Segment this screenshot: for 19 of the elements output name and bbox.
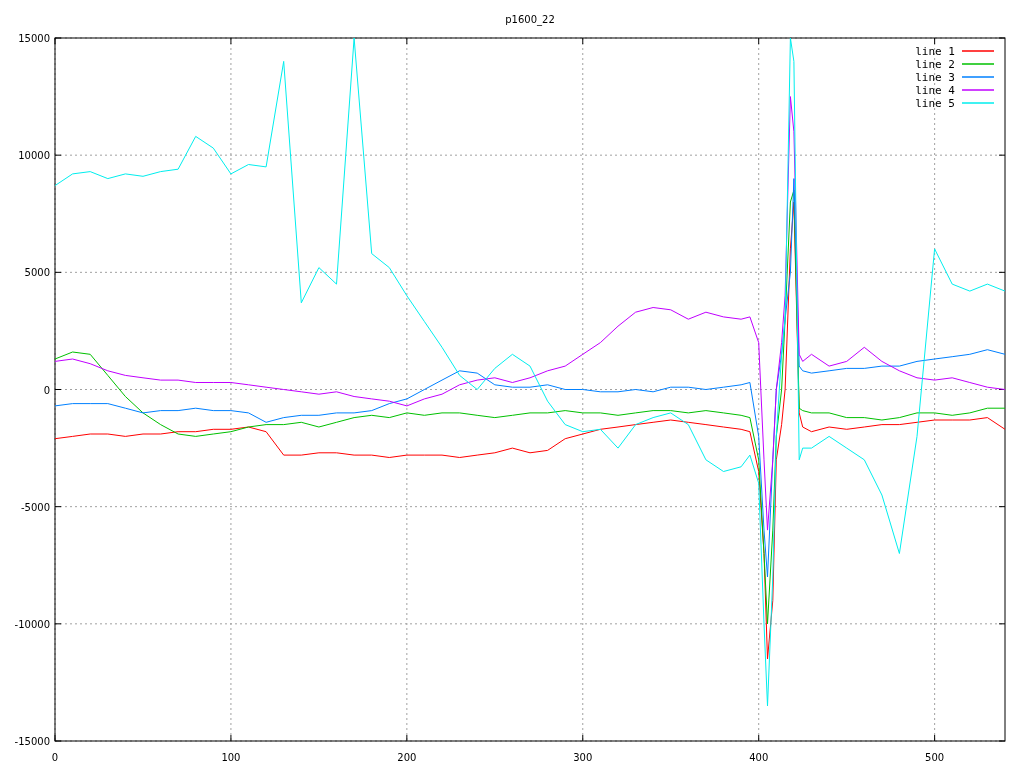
y-tick-label: -15000	[14, 736, 50, 747]
y-tick-label: -5000	[20, 501, 50, 513]
y-tick-label: 5000	[24, 267, 50, 279]
x-tick-label: 400	[749, 752, 769, 763]
legend-label: line 5	[915, 97, 955, 110]
y-tick-label: 15000	[18, 33, 50, 44]
legend-label: line 2	[915, 58, 955, 71]
legend-label: line 4	[915, 84, 955, 97]
legend-label: line 3	[915, 71, 955, 84]
x-tick-label: 100	[221, 752, 241, 763]
y-tick-label: 10000	[18, 150, 50, 162]
x-tick-label: 200	[397, 752, 417, 763]
y-tick-label: 0	[43, 384, 50, 396]
x-tick-label: 500	[925, 752, 945, 763]
legend-label: line 1	[915, 45, 955, 58]
x-tick-label: 300	[573, 752, 593, 763]
y-tick-label: -10000	[14, 618, 50, 630]
x-tick-label: 0	[51, 752, 59, 763]
chart-title: p1600_22	[505, 14, 555, 25]
